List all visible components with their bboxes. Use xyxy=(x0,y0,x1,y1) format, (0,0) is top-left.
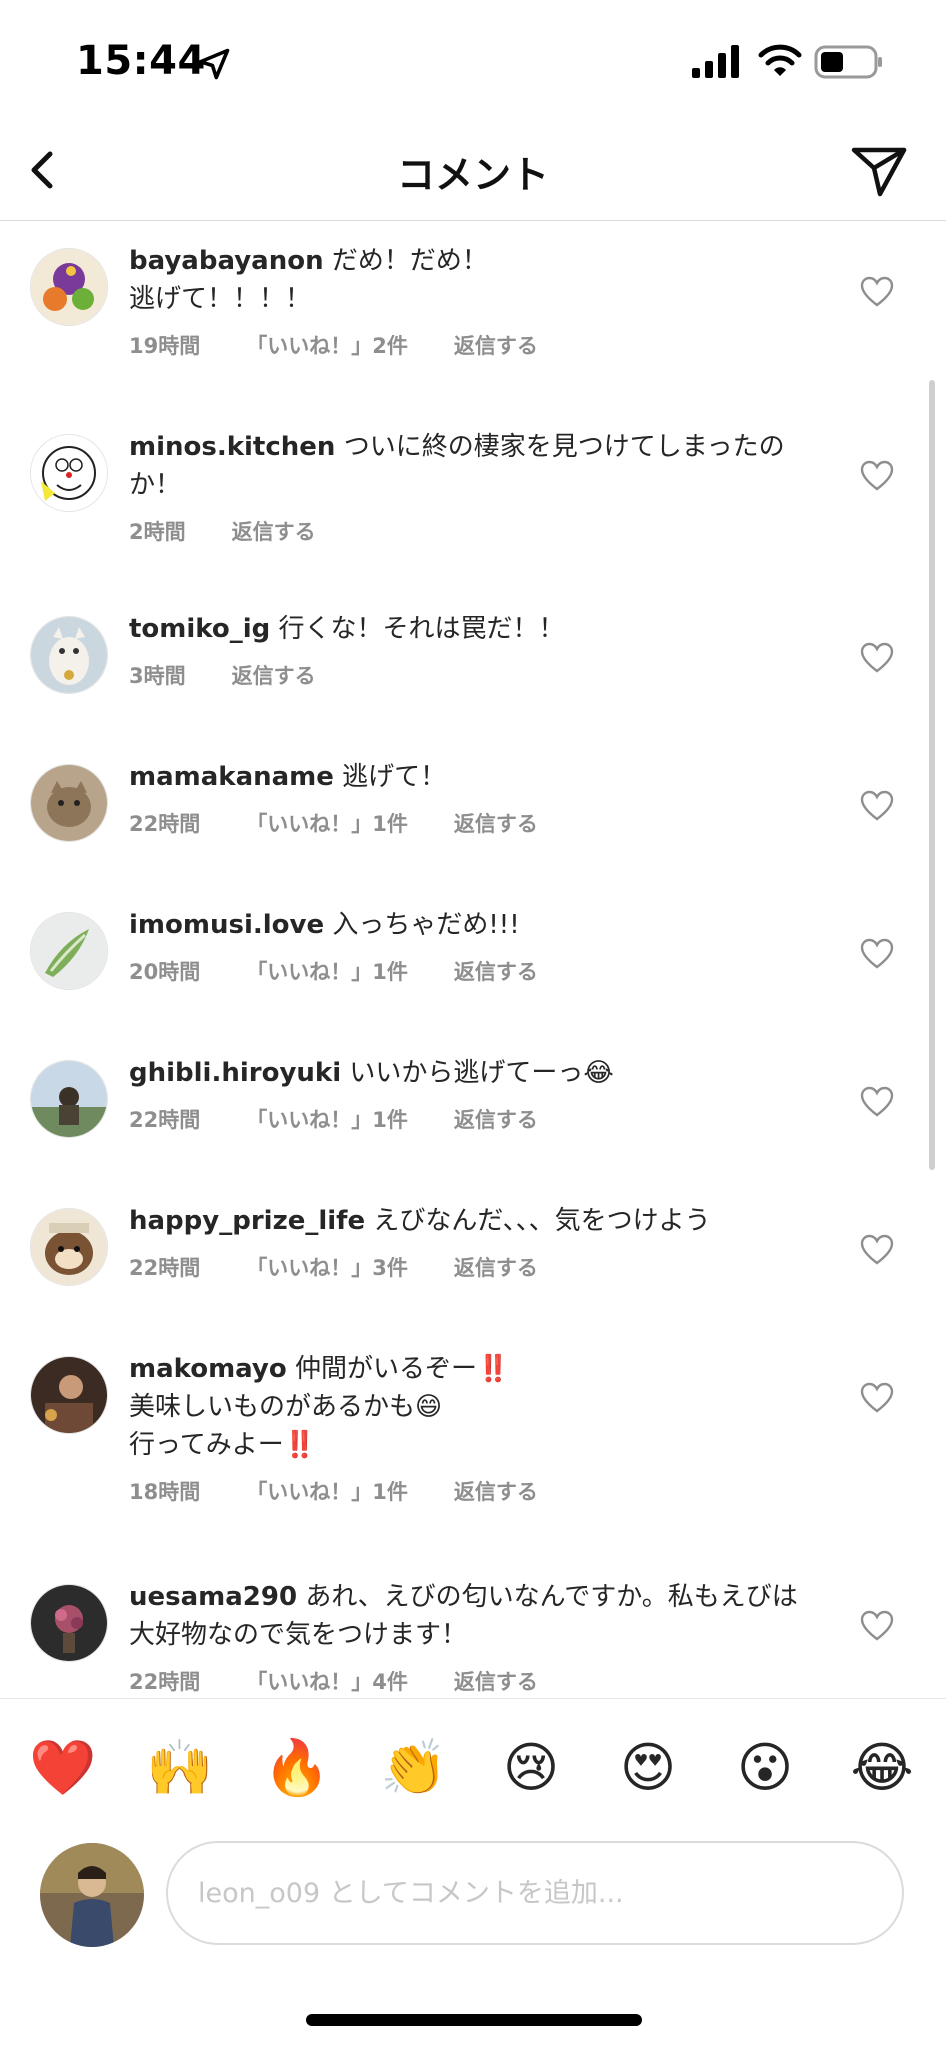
avatar[interactable] xyxy=(30,1584,108,1662)
comment-time: 18時間 xyxy=(129,1480,201,1504)
like-heart-icon[interactable] xyxy=(860,1610,894,1642)
comment-likes-count[interactable]: 「いいね！」1件 xyxy=(246,1480,408,1504)
status-bar: 15:44 xyxy=(0,0,946,120)
comment-username[interactable]: tomiko_ig xyxy=(129,614,270,644)
reaction-heart-emoji[interactable]: ❤️ xyxy=(28,1733,98,1803)
avatar[interactable] xyxy=(30,434,108,512)
status-time: 15:44 xyxy=(76,38,206,84)
reply-button[interactable]: 返信する xyxy=(454,812,538,836)
reaction-fire-emoji[interactable]: 🔥 xyxy=(262,1733,332,1803)
comment-likes-count[interactable]: 「いいね！」4件 xyxy=(246,1670,408,1694)
comment-time: 22時間 xyxy=(129,812,201,836)
like-heart-icon[interactable] xyxy=(860,1086,894,1118)
comment-likes-count[interactable]: 「いいね！」2件 xyxy=(246,334,408,358)
header: コメント xyxy=(0,120,946,221)
reply-button[interactable]: 返信する xyxy=(454,1480,538,1504)
avatar[interactable] xyxy=(30,1356,108,1434)
reply-button[interactable]: 返信する xyxy=(232,664,316,688)
comment-username[interactable]: ghibli.hiroyuki xyxy=(129,1058,341,1088)
comment-username[interactable]: imomusi.love xyxy=(129,910,324,940)
comment-username[interactable]: mamakaname xyxy=(129,762,334,792)
comment-username[interactable]: uesama290 xyxy=(129,1582,297,1612)
comment-username[interactable]: makomayo xyxy=(129,1354,287,1384)
comment-likes-count[interactable]: 「いいね！」3件 xyxy=(246,1256,408,1280)
like-heart-icon[interactable] xyxy=(860,460,894,492)
comment-text: えびなんだ、、、気をつけよう xyxy=(373,1206,711,1236)
avatar[interactable] xyxy=(30,248,108,326)
comment-time: 22時間 xyxy=(129,1256,201,1280)
current-user-avatar xyxy=(40,1843,144,1947)
comment-likes-count[interactable]: 「いいね！」1件 xyxy=(246,1108,408,1132)
comment-text: 行くな！それは罠だ！！ xyxy=(278,614,565,644)
comment-time: 3時間 xyxy=(129,664,186,688)
comment-time: 19時間 xyxy=(129,334,201,358)
like-heart-icon[interactable] xyxy=(860,1234,894,1266)
comment-time: 22時間 xyxy=(129,1108,201,1132)
reply-button[interactable]: 返信する xyxy=(232,520,316,544)
comment-likes-count[interactable]: 「いいね！」1件 xyxy=(246,960,408,984)
avatar[interactable] xyxy=(30,616,108,694)
reaction-laughing-emoji[interactable]: 😂 xyxy=(847,1733,917,1803)
comment-time: 20時間 xyxy=(129,960,201,984)
wifi-icon xyxy=(758,44,802,76)
avatar[interactable] xyxy=(30,764,108,842)
comment-username[interactable]: bayabayanon xyxy=(129,246,324,276)
like-heart-icon[interactable] xyxy=(860,276,894,308)
cellular-signal-icon xyxy=(692,45,739,78)
comment-time: 22時間 xyxy=(129,1670,201,1694)
quick-reactions-bar: ❤️ 🙌 🔥 👏 😢 😍 😮 😂 xyxy=(0,1733,946,1803)
comment-likes-count[interactable]: 「いいね！」1件 xyxy=(246,812,408,836)
comment-text: 逃げて！ xyxy=(342,762,447,792)
reaction-clapping-emoji[interactable]: 👏 xyxy=(379,1733,449,1803)
like-heart-icon[interactable] xyxy=(860,938,894,970)
reaction-crying-emoji[interactable]: 😢 xyxy=(496,1733,566,1803)
location-arrow-icon xyxy=(198,48,230,80)
comment-username[interactable]: happy_prize_life xyxy=(129,1206,365,1236)
page-title: コメント xyxy=(396,153,549,197)
comment-time: 2時間 xyxy=(129,520,186,544)
reaction-surprised-emoji[interactable]: 😮 xyxy=(730,1733,800,1803)
like-heart-icon[interactable] xyxy=(860,1382,894,1414)
like-heart-icon[interactable] xyxy=(860,642,894,674)
comment-username[interactable]: minos.kitchen xyxy=(129,432,335,462)
comment-text: いいから逃げてーっ😂 xyxy=(349,1058,614,1088)
avatar[interactable] xyxy=(30,1060,108,1138)
comment-text: 入っちゃだめ!!! xyxy=(332,910,520,940)
reaction-raising-hands-emoji[interactable]: 🙌 xyxy=(145,1733,215,1803)
reply-button[interactable]: 返信する xyxy=(454,960,538,984)
reaction-heart-eyes-emoji[interactable]: 😍 xyxy=(613,1733,683,1803)
comment-input[interactable] xyxy=(166,1841,904,1945)
comment-composer: ❤️ 🙌 🔥 👏 😢 😍 😮 😂 xyxy=(0,1698,946,2049)
scrollbar[interactable] xyxy=(929,380,935,1170)
like-heart-icon[interactable] xyxy=(860,790,894,822)
avatar[interactable] xyxy=(30,1208,108,1286)
send-paper-plane-icon[interactable] xyxy=(848,140,910,202)
reply-button[interactable]: 返信する xyxy=(454,1670,538,1694)
home-indicator[interactable] xyxy=(306,2014,642,2026)
reply-button[interactable]: 返信する xyxy=(454,1256,538,1280)
reply-button[interactable]: 返信する xyxy=(454,1108,538,1132)
reply-button[interactable]: 返信する xyxy=(454,334,538,358)
battery-icon xyxy=(814,45,882,79)
avatar[interactable] xyxy=(30,912,108,990)
